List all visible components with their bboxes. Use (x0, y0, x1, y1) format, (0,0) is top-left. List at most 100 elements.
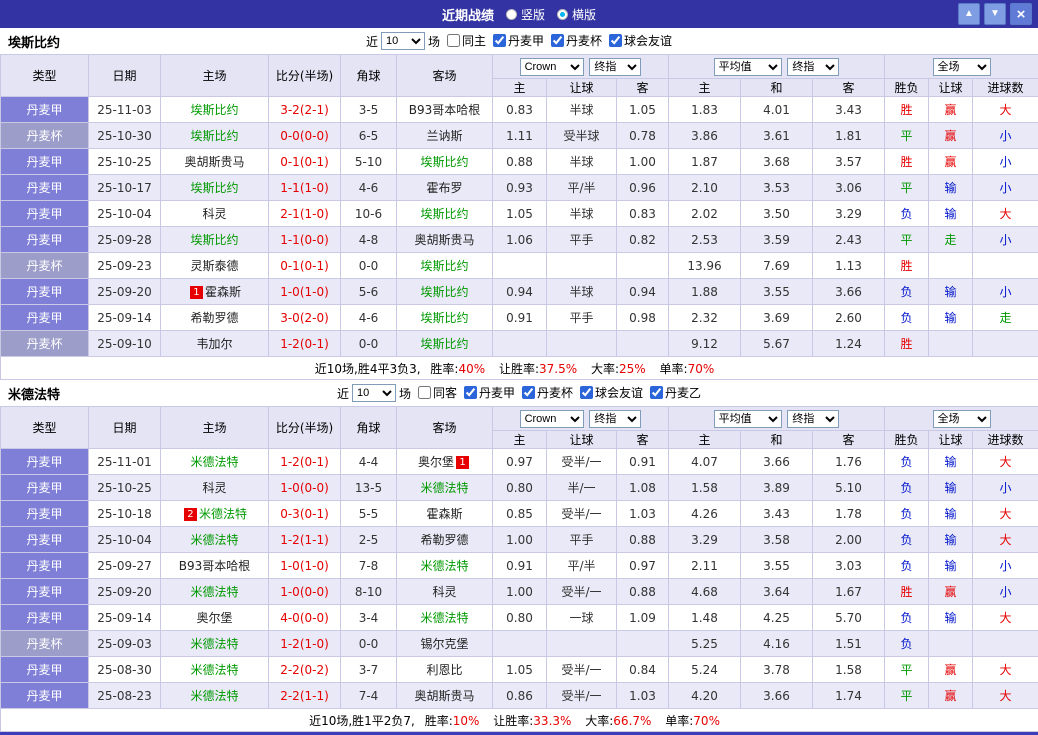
cell-away-team: 科灵 (397, 579, 493, 605)
filter-checkbox[interactable] (580, 386, 593, 399)
team-name-link[interactable]: 米德法特 (420, 611, 468, 625)
match-count-select[interactable]: 10 (352, 384, 396, 402)
col-home: 主场 (161, 55, 269, 97)
team-name-link[interactable]: 埃斯比约 (190, 181, 238, 195)
filter-option[interactable]: 同客 (411, 384, 457, 401)
team-name-link[interactable]: 韦加尔 (196, 337, 232, 351)
team-name-link[interactable]: 埃斯比约 (420, 207, 468, 221)
team-name-link[interactable]: 米德法特 (190, 663, 238, 677)
filter-option[interactable]: 丹麦杯 (544, 32, 602, 49)
filter-option[interactable]: 丹麦乙 (643, 384, 701, 401)
filter-checkbox[interactable] (522, 386, 535, 399)
odds-stage-select[interactable]: 终指 (589, 58, 641, 76)
team-name-link[interactable]: 科灵 (432, 585, 456, 599)
team-name-link[interactable]: 锡尔克堡 (420, 637, 468, 651)
cell-goals: 小 (973, 123, 1038, 149)
odds-stage-select[interactable]: 终指 (589, 410, 641, 428)
cell-date: 25-09-14 (89, 305, 161, 331)
team-name-link[interactable]: 科灵 (202, 207, 226, 221)
cell-league: 丹麦甲 (1, 657, 89, 683)
filter-checkbox[interactable] (464, 386, 477, 399)
filter-option[interactable]: 丹麦杯 (515, 384, 573, 401)
team-name-link[interactable]: 埃斯比约 (420, 311, 468, 325)
cell-goals: 小 (973, 475, 1038, 501)
filter-checkbox[interactable] (418, 386, 431, 399)
cell-avg-away: 5.70 (813, 605, 885, 631)
match-count-select[interactable]: 10 (381, 32, 425, 50)
team-name-link[interactable]: 奥尔堡 (418, 455, 454, 469)
filter-checkbox[interactable] (650, 386, 663, 399)
filter-checkbox[interactable] (447, 34, 460, 47)
team-name-link[interactable]: 希勒罗德 (420, 533, 468, 547)
team-name-link[interactable]: B93哥本哈根 (409, 103, 481, 117)
cell-date: 25-09-20 (89, 579, 161, 605)
cell-score: 1-2(0-1) (269, 331, 341, 357)
filter-checkbox[interactable] (609, 34, 622, 47)
team-name-link[interactable]: 米德法特 (190, 689, 238, 703)
team-name-link[interactable]: 希勒罗德 (190, 311, 238, 325)
filter-option[interactable]: 丹麦甲 (486, 32, 544, 49)
team-name-link[interactable]: 霍森斯 (426, 507, 462, 521)
team-name-link[interactable]: 兰讷斯 (426, 129, 462, 143)
layout-option-vertical[interactable]: 竖版 (506, 6, 545, 23)
team-name-link[interactable]: 灵斯泰德 (190, 259, 238, 273)
col-date: 日期 (89, 55, 161, 97)
cell-handicap: 平手 (547, 527, 617, 553)
period-select[interactable]: 全场 (933, 58, 991, 76)
bookmaker-select[interactable]: Crown (520, 58, 584, 76)
team-name-link[interactable]: 埃斯比约 (420, 337, 468, 351)
team-name-link[interactable]: 利恩比 (426, 663, 462, 677)
bookmaker-select[interactable]: Crown (520, 410, 584, 428)
filter-option[interactable]: 同主 (440, 32, 486, 49)
team-name-link[interactable]: 埃斯比约 (190, 103, 238, 117)
layout-option-horizontal[interactable]: 横版 (557, 6, 596, 23)
col-score: 比分(半场) (269, 55, 341, 97)
filter-option[interactable]: 球会友谊 (602, 32, 672, 49)
cell-odds-home: 0.88 (493, 149, 547, 175)
team-name-link[interactable]: 霍森斯 (205, 285, 241, 299)
team-name-link[interactable]: 米德法特 (190, 585, 238, 599)
team-section: 埃斯比约 近 10 场 同主丹麦甲丹麦杯球会友谊 类型 日期 主场 比分(半 (0, 28, 1038, 380)
team-name-link[interactable]: 米德法特 (420, 559, 468, 573)
team-name-link[interactable]: 米德法特 (420, 481, 468, 495)
team-name-link[interactable]: 埃斯比约 (420, 155, 468, 169)
rank-badge: 1 (456, 456, 469, 469)
cell-league: 丹麦甲 (1, 279, 89, 305)
filter-checkbox[interactable] (551, 34, 564, 47)
filter-option[interactable]: 丹麦甲 (457, 384, 515, 401)
team-name-link[interactable]: 霍布罗 (426, 181, 462, 195)
team-name-link[interactable]: 米德法特 (190, 455, 238, 469)
team-name-link[interactable]: 科灵 (202, 481, 226, 495)
team-name-link[interactable]: 米德法特 (190, 533, 238, 547)
radio-icon-vertical[interactable] (506, 9, 517, 20)
team-name-link[interactable]: 米德法特 (199, 507, 247, 521)
team-name-link[interactable]: 奥胡斯贵马 (414, 233, 474, 247)
team-name-link[interactable]: 埃斯比约 (420, 259, 468, 273)
radio-icon-horizontal[interactable] (557, 9, 568, 20)
filter-option[interactable]: 球会友谊 (573, 384, 643, 401)
team-name-link[interactable]: 奥尔堡 (196, 611, 232, 625)
average-select[interactable]: 平均值 (714, 58, 782, 76)
team-name-link[interactable]: 米德法特 (190, 637, 238, 651)
avg-stage-select[interactable]: 终指 (787, 58, 839, 76)
team-name-link[interactable]: 奥胡斯贵马 (414, 689, 474, 703)
filter-checkbox[interactable] (493, 34, 506, 47)
cell-result: 负 (885, 305, 929, 331)
cell-handicap-result: 输 (929, 527, 973, 553)
close-button[interactable]: × (1010, 3, 1032, 25)
cell-away-team: 希勒罗德 (397, 527, 493, 553)
scroll-up-button[interactable]: ▲ (958, 3, 980, 25)
team-name-link[interactable]: 埃斯比约 (420, 285, 468, 299)
avg-stage-select[interactable]: 终指 (787, 410, 839, 428)
team-name-link[interactable]: 奥胡斯贵马 (184, 155, 244, 169)
team-name-link[interactable]: 埃斯比约 (190, 233, 238, 247)
cell-corners: 0-0 (341, 253, 397, 279)
average-select[interactable]: 平均值 (714, 410, 782, 428)
cell-home-team: 米德法特 (161, 657, 269, 683)
period-select[interactable]: 全场 (933, 410, 991, 428)
team-name-link[interactable]: 埃斯比约 (190, 129, 238, 143)
results-body: 丹麦甲25-11-01米德法特1-2(0-1)4-4奥尔堡10.97受半/一0.… (1, 449, 1038, 709)
section-header: 米德法特 近 10 场 同客丹麦甲丹麦杯球会友谊丹麦乙 (0, 380, 1038, 406)
team-name-link[interactable]: B93哥本哈根 (179, 559, 251, 573)
scroll-down-button[interactable]: ▼ (984, 3, 1006, 25)
